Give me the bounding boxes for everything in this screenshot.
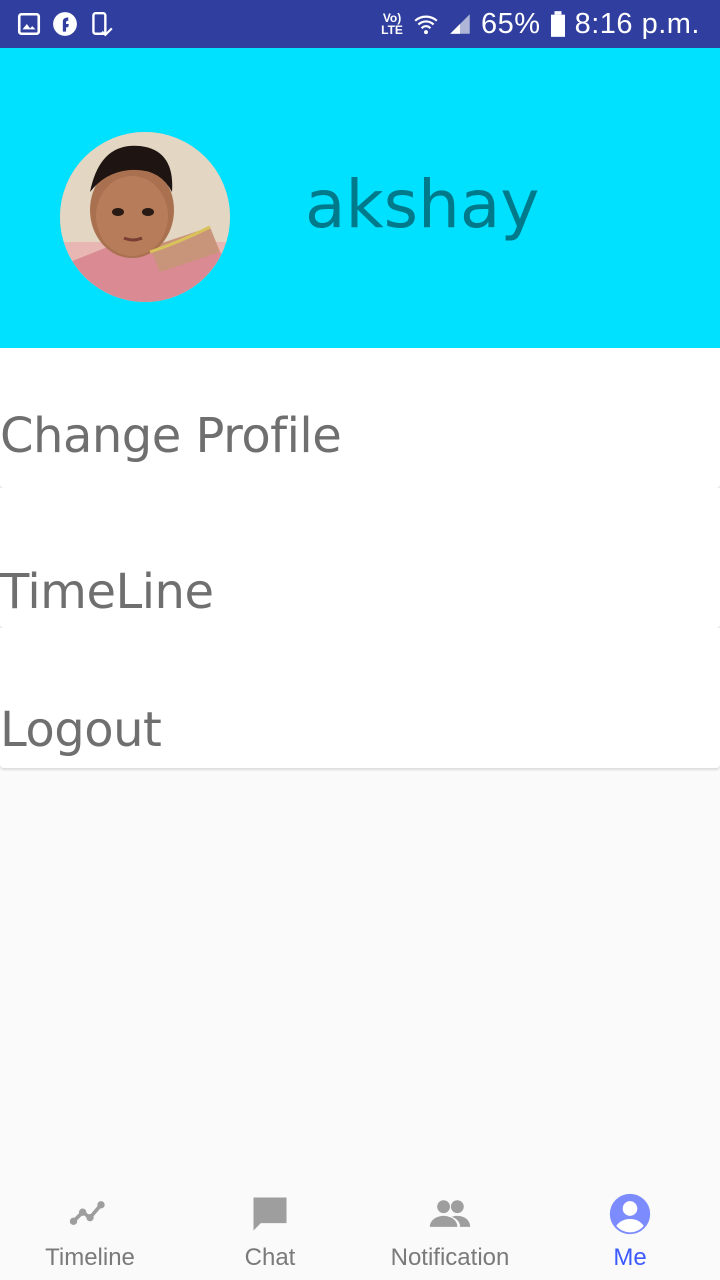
people-icon [429, 1200, 471, 1227]
menu-item-logout[interactable]: Logout [0, 628, 720, 768]
menu-item-label: TimeLine [0, 564, 214, 620]
status-bar: Vo) LTE 65% 8:16 p.m. [0, 0, 720, 48]
profile-avatar[interactable] [60, 132, 230, 302]
nav-label-notification: Notification [390, 1244, 510, 1271]
menu-item-label: Change Profile [0, 408, 342, 464]
status-right-icons: Vo) LTE 65% 8:16 p.m. [379, 4, 700, 44]
gallery-icon [17, 12, 41, 36]
phone-check-icon [92, 11, 113, 37]
timeline-icon [69, 1201, 105, 1225]
menu-item-label: Logout [0, 702, 162, 758]
app-f-icon [53, 12, 77, 36]
nav-label-chat: Chat [244, 1244, 296, 1271]
status-left-icons [16, 9, 114, 39]
bottom-navigation: Timeline Chat Notification Me [0, 1180, 720, 1280]
battery-percent: 65% [481, 7, 541, 40]
profile-name: akshay [305, 166, 540, 243]
nav-item-chat[interactable]: Chat [180, 1180, 360, 1280]
status-time: 8:16 p.m. [574, 7, 700, 40]
menu-item-change-profile[interactable]: Change Profile [0, 348, 720, 488]
nav-label-me: Me [613, 1244, 647, 1271]
nav-label-timeline: Timeline [45, 1244, 135, 1271]
nav-item-notification[interactable]: Notification [360, 1180, 540, 1280]
volte-icon: Vo) LTE [381, 11, 403, 37]
signal-icon [450, 14, 470, 34]
profile-header: akshay [0, 48, 720, 348]
profile-menu: Change Profile TimeLine Logout [0, 348, 720, 768]
battery-icon [550, 11, 565, 37]
nav-item-me[interactable]: Me [540, 1180, 720, 1280]
wifi-icon [414, 15, 438, 35]
account-circle-icon [609, 1193, 651, 1235]
avatar-photo-icon [60, 132, 230, 302]
chat-icon [253, 1197, 287, 1231]
menu-item-timeline[interactable]: TimeLine [0, 488, 720, 628]
nav-item-timeline[interactable]: Timeline [0, 1180, 180, 1280]
